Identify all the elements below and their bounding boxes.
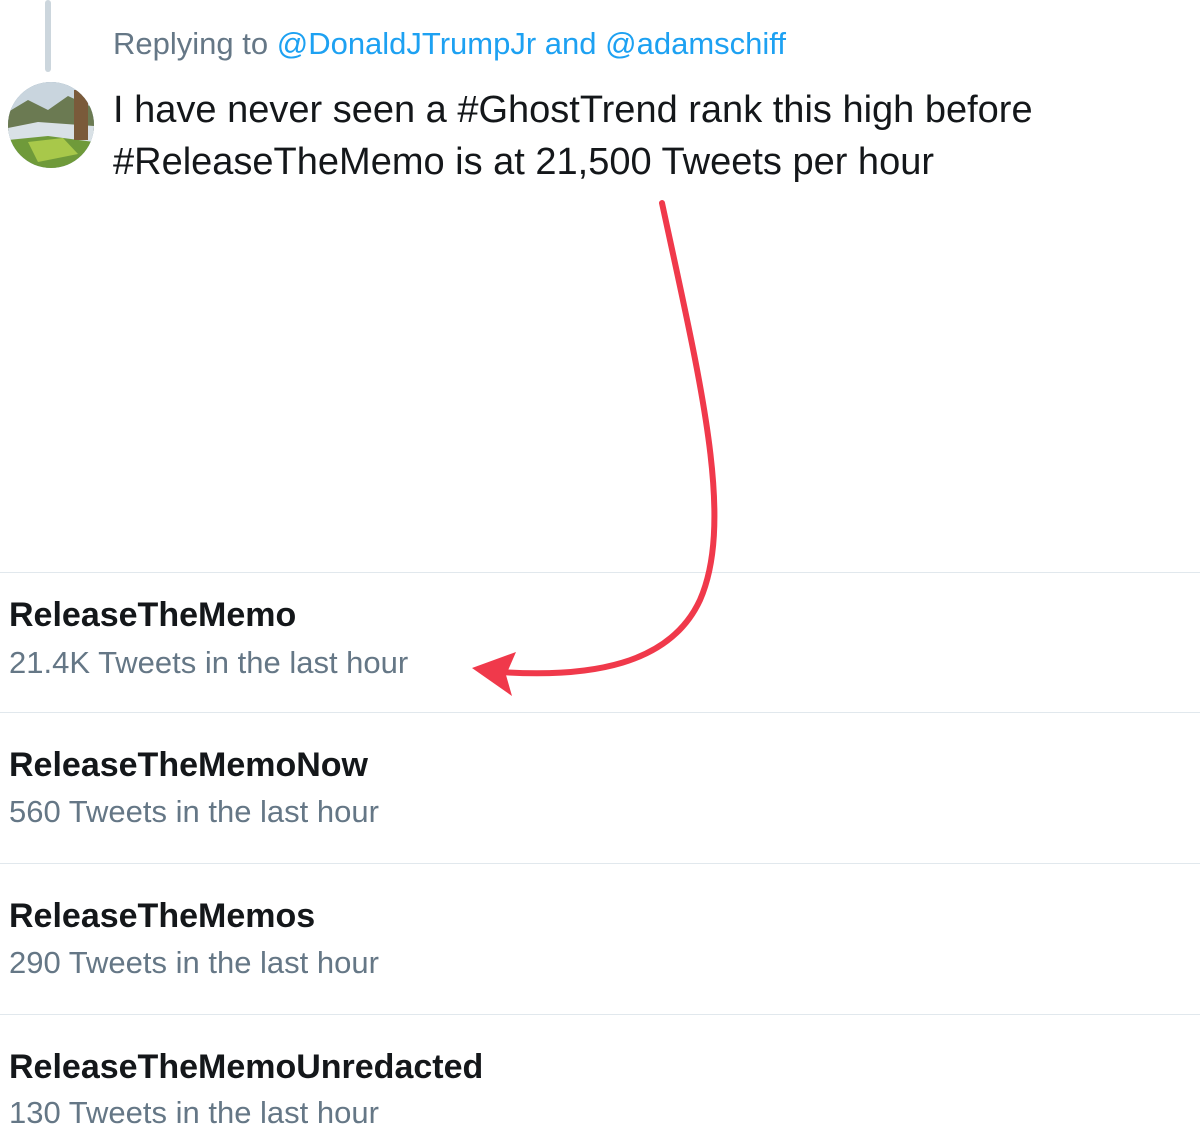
trend-item-releasethememo[interactable]: ReleaseTheMemo 21.4K Tweets in the last …	[0, 572, 1200, 712]
replying-to-label: Replying to	[113, 26, 269, 61]
trend-tweet-count: 130 Tweets in the last hour	[9, 1095, 379, 1130]
replying-to-header: Replying to @DonaldJTrumpJr and @adamsch…	[113, 24, 786, 64]
tweet-body: I have never seen a #GhostTrend rank thi…	[113, 84, 1173, 188]
trend-name: ReleaseTheMemo	[9, 596, 297, 634]
trend-item-releasethememos[interactable]: ReleaseTheMemos 290 Tweets in the last h…	[0, 863, 1200, 1014]
trend-name: ReleaseTheMemoNow	[9, 746, 368, 784]
mention-link-donaldjtrumpjr[interactable]: @DonaldJTrumpJr	[277, 26, 536, 61]
avatar[interactable]	[8, 82, 94, 168]
trend-item-releasethememounredacted[interactable]: ReleaseTheMemoUnredacted 130 Tweets in t…	[0, 1014, 1200, 1135]
trend-tweet-count: 21.4K Tweets in the last hour	[9, 645, 409, 680]
trend-name: ReleaseTheMemos	[9, 897, 316, 935]
trend-tweet-count: 560 Tweets in the last hour	[9, 794, 379, 829]
tweet-line-2: #ReleaseTheMemo is at 21,500 Tweets per …	[113, 141, 934, 183]
trend-tweet-count: 290 Tweets in the last hour	[9, 945, 379, 980]
tweet-line-1: I have never seen a #GhostTrend rank thi…	[113, 89, 1033, 131]
trend-name: ReleaseTheMemoUnredacted	[9, 1048, 484, 1086]
thread-connector-line	[45, 0, 51, 72]
avatar-photo-icon	[8, 82, 94, 168]
trends-list: ReleaseTheMemo 21.4K Tweets in the last …	[0, 572, 1200, 1135]
trend-item-releasethememonow[interactable]: ReleaseTheMemoNow 560 Tweets in the last…	[0, 712, 1200, 863]
mention-link-adamschiff[interactable]: @adamschiff	[605, 26, 786, 61]
replying-to-conjunction: and	[544, 26, 597, 61]
